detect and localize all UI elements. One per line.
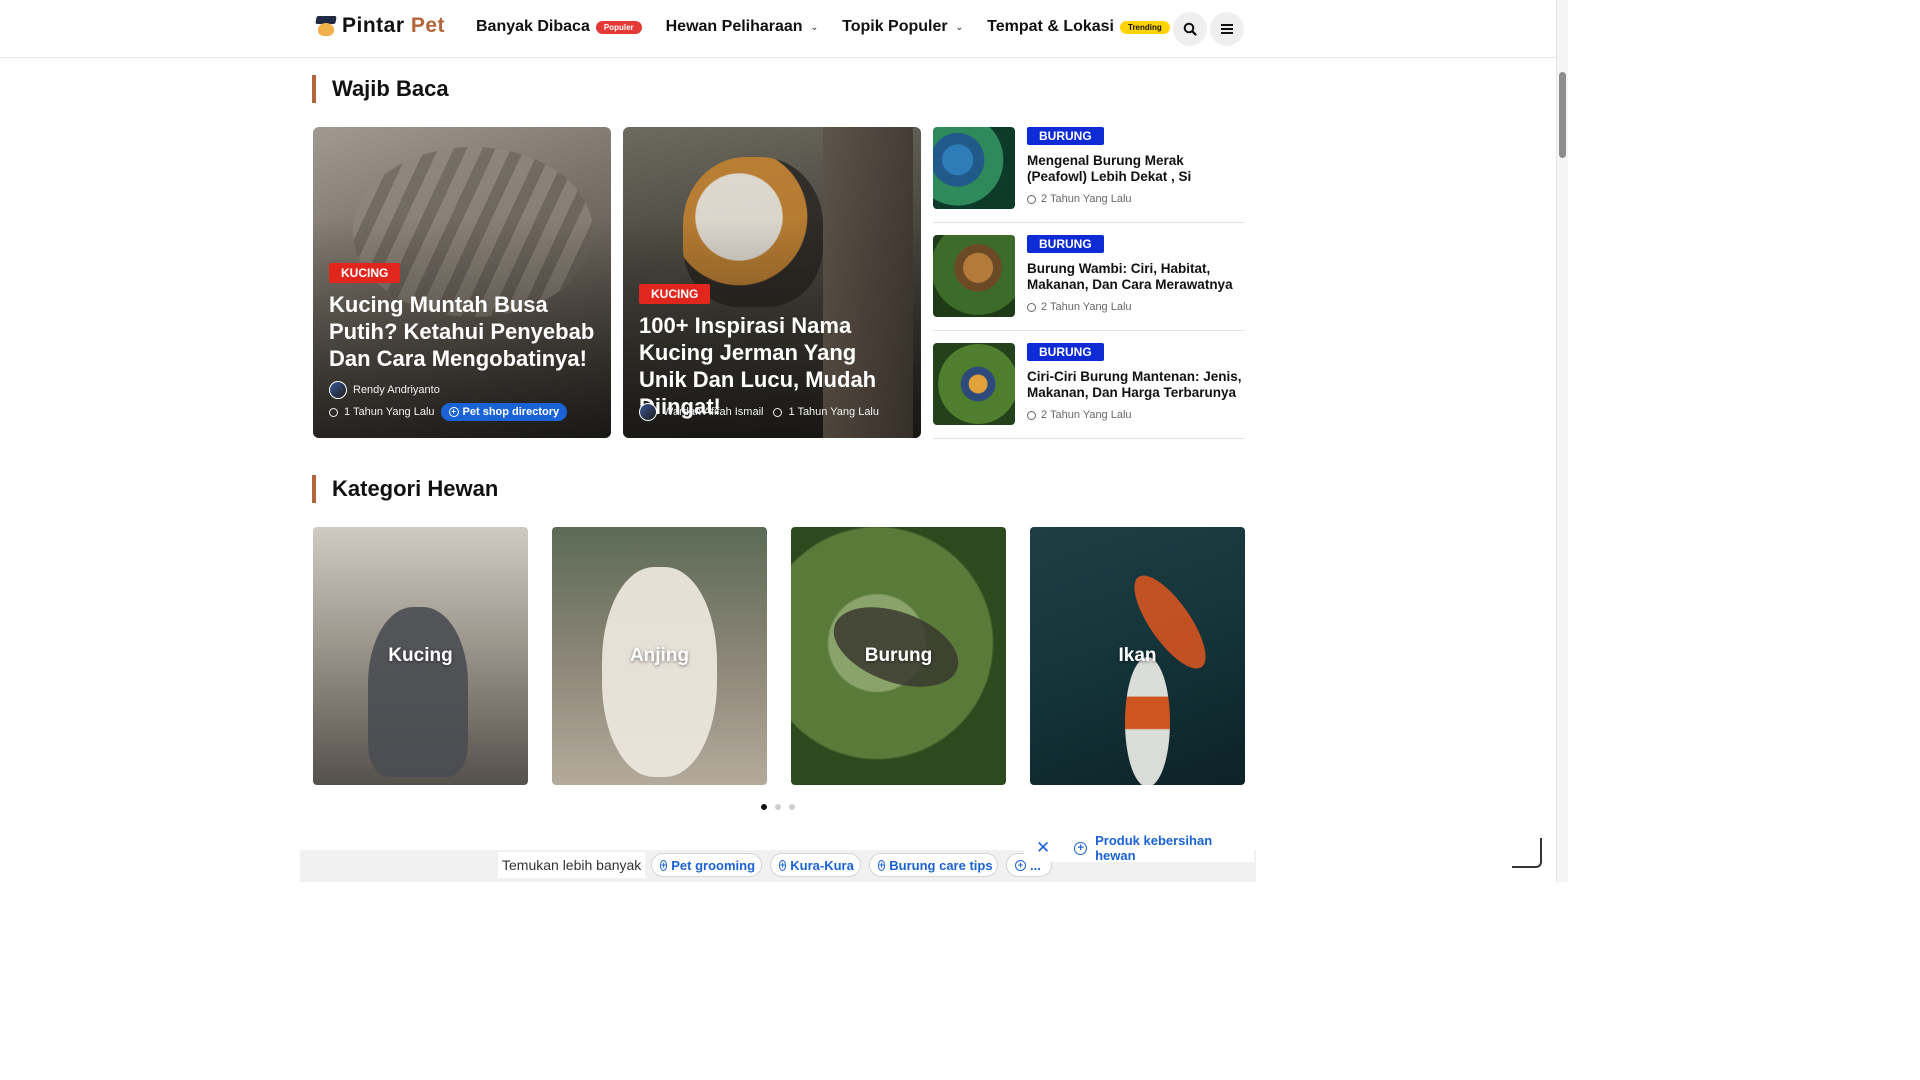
author-avatar (639, 403, 657, 421)
category-tile-kucing[interactable]: Kucing (313, 527, 528, 785)
category-tile-label: Anjing (629, 645, 690, 666)
pill-label: Kura-Kura (790, 857, 854, 873)
category-tile-label: Burung (864, 645, 933, 666)
logo-text: Pintar Pet (342, 14, 445, 38)
featured-card-time-row: 1 Tahun Yang Lalu + Pet shop directory (329, 403, 599, 421)
category-tile-burung[interactable]: Burung (791, 527, 1006, 785)
hamburger-menu-icon (1221, 24, 1233, 34)
clock-icon (773, 407, 783, 417)
nav-tempat-lokasi[interactable]: Tempat & Lokasi Trending ⌄ (987, 18, 1185, 36)
ad-promo[interactable]: ✕ + Produk kebersihan hewan (1024, 833, 1254, 863)
clock-icon (329, 407, 338, 417)
chevron-down-icon: ⌄ (810, 21, 819, 32)
plus-circle-icon: + (660, 859, 668, 871)
nav-hewan-peliharaan[interactable]: Hewan Peliharaan ⌄ (666, 18, 819, 36)
category-badge-kucing[interactable]: KUCING (329, 263, 401, 283)
post-time: 1 Tahun Yang Lalu (344, 406, 435, 418)
chip-label: Pet shop directory (462, 406, 560, 418)
category-tile-label: Kucing (388, 645, 453, 666)
nav-label: Hewan Peliharaan (665, 18, 803, 35)
author-name[interactable]: Rendy Andriyanto (353, 384, 440, 396)
author-row: Rendy Andriyanto (329, 381, 599, 399)
side-post-2[interactable]: BURUNG Burung Wambi: Ciri, Habitat, Maka… (933, 235, 1244, 331)
nav-banyak-dibaca[interactable]: Banyak Dibaca Populer (476, 18, 642, 36)
side-post-title[interactable]: Ciri-Ciri Burung Mantenan: Jenis, Makana… (1027, 369, 1244, 401)
ad-pill-burung-care-tips[interactable]: + Burung care tips (869, 853, 998, 877)
slider-dot-1[interactable] (761, 804, 767, 810)
search-icon (1183, 22, 1197, 36)
post-time: 1 Tahun Yang Lalu (788, 406, 879, 418)
populer-badge: Populer (595, 20, 642, 34)
plus-circle-icon: + (878, 859, 886, 871)
nav-label: Tempat & Lokasi (987, 18, 1114, 35)
search-button[interactable] (1173, 12, 1207, 46)
featured-card-meta: Rendy Andriyanto (329, 381, 599, 399)
clock-icon (1027, 194, 1036, 204)
section-title-wajib-baca: Wajib Baca (312, 75, 449, 103)
scrollbar-thumb[interactable] (1559, 72, 1566, 158)
plus-circle-icon: + (448, 407, 459, 417)
logo-text-pet: Pet (410, 14, 446, 37)
author-avatar (329, 381, 347, 399)
category-badge-burung[interactable]: BURUNG (1027, 127, 1104, 145)
post-time: 2 Tahun Yang Lalu (1041, 409, 1132, 421)
category-tile-anjing[interactable]: Anjing (552, 527, 767, 785)
main-nav: Banyak Dibaca Populer Hewan Peliharaan ⌄… (476, 18, 1185, 36)
section-title-kategori-hewan: Kategori Hewan (312, 475, 498, 503)
ad-pill-pet-grooming[interactable]: + Pet grooming (651, 853, 762, 877)
ad-corner-icon[interactable] (1512, 838, 1542, 868)
side-post-title[interactable]: Burung Wambi: Ciri, Habitat, Makanan, Da… (1027, 261, 1244, 293)
featured-card-meta: Wardah Afifah Ismail 1 Tahun Yang Lalu (639, 403, 909, 421)
featured-card-body: KUCING Kucing Muntah Busa Putih? Ketahui… (329, 263, 599, 372)
featured-card-2[interactable]: KUCING 100+ Inspirasi Nama Kucing Jerman… (623, 127, 921, 438)
menu-button[interactable] (1210, 12, 1244, 46)
category-badge-burung[interactable]: BURUNG (1027, 235, 1104, 253)
author-name[interactable]: Wardah Afifah Ismail (663, 406, 763, 418)
post-time: 2 Tahun Yang Lalu (1041, 193, 1132, 205)
page-scrollbar[interactable] (1556, 0, 1568, 882)
clock-icon (1027, 410, 1036, 420)
side-post-title[interactable]: Mengenal Burung Merak (Peafowl) Lebih De… (1027, 153, 1244, 185)
featured-card-1[interactable]: KUCING Kucing Muntah Busa Putih? Ketahui… (313, 127, 611, 438)
nav-label: Banyak Dibaca (476, 18, 590, 35)
category-badge-kucing[interactable]: KUCING (639, 284, 711, 304)
promo-label: Produk kebersihan hewan (1095, 833, 1213, 863)
slider-dot-2[interactable] (775, 804, 781, 810)
category-tile-ikan[interactable]: Ikan (1030, 527, 1245, 785)
logo-mascot-icon (314, 14, 338, 38)
close-icon[interactable]: ✕ (1036, 838, 1050, 858)
pill-label: Burung care tips (889, 857, 993, 873)
nav-topik-populer[interactable]: Topik Populer ⌄ (842, 18, 963, 36)
featured-card-body: KUCING 100+ Inspirasi Nama Kucing Jerman… (639, 284, 909, 420)
post-thumbnail[interactable] (933, 343, 1015, 425)
discover-more-label: Temukan lebih banyak (498, 852, 646, 878)
clock-icon (1027, 302, 1036, 312)
side-post-3[interactable]: BURUNG Ciri-Ciri Burung Mantenan: Jenis,… (933, 343, 1244, 439)
post-time: 2 Tahun Yang Lalu (1041, 301, 1132, 313)
category-tile-label: Ikan (1118, 645, 1157, 666)
chevron-down-icon: ⌄ (955, 21, 964, 32)
pet-shop-directory-chip[interactable]: + Pet shop directory (440, 403, 568, 421)
logo-text-pintar: Pintar (342, 14, 405, 37)
pill-label: Pet grooming (671, 857, 756, 873)
nav-label: Topik Populer (842, 18, 948, 35)
side-post-1[interactable]: BURUNG Mengenal Burung Merak (Peafowl) L… (933, 127, 1244, 223)
post-thumbnail[interactable] (933, 127, 1015, 209)
featured-card-title[interactable]: Kucing Muntah Busa Putih? Ketahui Penyeb… (329, 291, 599, 372)
trending-badge: Trending (1120, 20, 1170, 34)
post-thumbnail[interactable] (933, 235, 1015, 317)
slider-dot-3[interactable] (789, 804, 795, 810)
site-logo[interactable]: Pintar Pet (314, 14, 445, 38)
plus-circle-icon: + (779, 859, 787, 871)
plus-circle-icon: + (1074, 841, 1088, 855)
site-header: Pintar Pet Banyak Dibaca Populer Hewan P… (0, 0, 1556, 58)
ad-pill-kura-kura[interactable]: + Kura-Kura (770, 853, 861, 877)
category-badge-burung[interactable]: BURUNG (1027, 343, 1104, 361)
slider-pagination (761, 804, 795, 810)
